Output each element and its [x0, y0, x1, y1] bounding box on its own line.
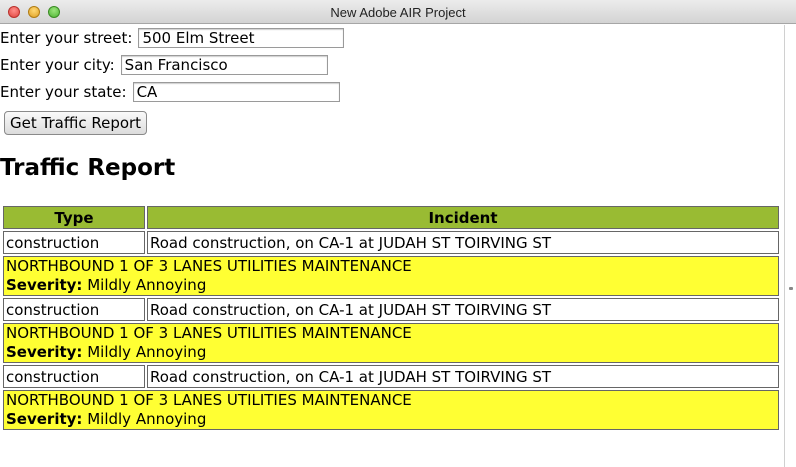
incident-type-cell: construction — [3, 298, 145, 321]
window-title: New Adobe AIR Project — [330, 5, 466, 20]
get-traffic-report-button[interactable]: Get Traffic Report — [4, 111, 148, 135]
state-input[interactable] — [132, 82, 340, 102]
incident-type-cell: construction — [3, 365, 145, 388]
incident-description: NORTHBOUND 1 OF 3 LANES UTILITIES MAINTE… — [6, 257, 412, 275]
incident-detail-cell: NORTHBOUND 1 OF 3 LANES UTILITIES MAINTE… — [3, 256, 779, 296]
severity-value: Mildly Annoying — [87, 276, 207, 294]
incident-detail-cell: NORTHBOUND 1 OF 3 LANES UTILITIES MAINTE… — [3, 390, 779, 430]
incident-severity: Severity: Mildly Annoying — [6, 276, 776, 295]
city-input[interactable] — [120, 55, 328, 75]
incident-cell: Road construction, on CA-1 at JUDAH ST T… — [147, 231, 779, 254]
severity-value: Mildly Annoying — [87, 410, 207, 428]
app-content: Enter your street: Enter your city: Ente… — [0, 25, 784, 467]
table-row: construction Road construction, on CA-1 a… — [3, 365, 779, 388]
incident-description: NORTHBOUND 1 OF 3 LANES UTILITIES MAINTE… — [6, 324, 412, 342]
severity-value: Mildly Annoying — [87, 343, 207, 361]
street-input[interactable] — [138, 28, 345, 48]
traffic-report-table: Type Incident construction Road construct… — [1, 204, 781, 432]
column-header-incident: Incident — [147, 206, 779, 229]
incident-description: NORTHBOUND 1 OF 3 LANES UTILITIES MAINTE… — [6, 391, 412, 409]
incident-detail-row: NORTHBOUND 1 OF 3 LANES UTILITIES MAINTE… — [3, 256, 779, 296]
state-label: Enter your state: — [0, 83, 127, 101]
incident-detail-row: NORTHBOUND 1 OF 3 LANES UTILITIES MAINTE… — [3, 323, 779, 363]
street-row: Enter your street: — [0, 26, 345, 50]
report-heading: Traffic Report — [0, 155, 176, 181]
table-header-row: Type Incident — [3, 206, 779, 229]
city-label: Enter your city: — [0, 56, 115, 74]
severity-label: Severity: — [6, 276, 83, 294]
scrollbar-thumb[interactable] — [789, 287, 793, 290]
incident-detail-cell: NORTHBOUND 1 OF 3 LANES UTILITIES MAINTE… — [3, 323, 779, 363]
state-row: Enter your state: — [0, 80, 340, 104]
table-row: construction Road construction, on CA-1 a… — [3, 298, 779, 321]
incident-cell: Road construction, on CA-1 at JUDAH ST T… — [147, 365, 779, 388]
street-label: Enter your street: — [0, 29, 133, 47]
window-titlebar: New Adobe AIR Project — [0, 0, 796, 24]
severity-label: Severity: — [6, 410, 83, 428]
severity-label: Severity: — [6, 343, 83, 361]
table-row: construction Road construction, on CA-1 a… — [3, 231, 779, 254]
incident-cell: Road construction, on CA-1 at JUDAH ST T… — [147, 298, 779, 321]
city-row: Enter your city: — [0, 53, 328, 77]
column-header-type: Type — [3, 206, 145, 229]
incident-detail-row: NORTHBOUND 1 OF 3 LANES UTILITIES MAINTE… — [3, 390, 779, 430]
incident-type-cell: construction — [3, 231, 145, 254]
traffic-report: Type Incident construction Road construct… — [1, 204, 781, 432]
incident-severity: Severity: Mildly Annoying — [6, 343, 776, 362]
report-body: construction Road construction, on CA-1 a… — [3, 231, 779, 430]
incident-severity: Severity: Mildly Annoying — [6, 410, 776, 429]
vertical-scrollbar[interactable] — [784, 25, 796, 467]
